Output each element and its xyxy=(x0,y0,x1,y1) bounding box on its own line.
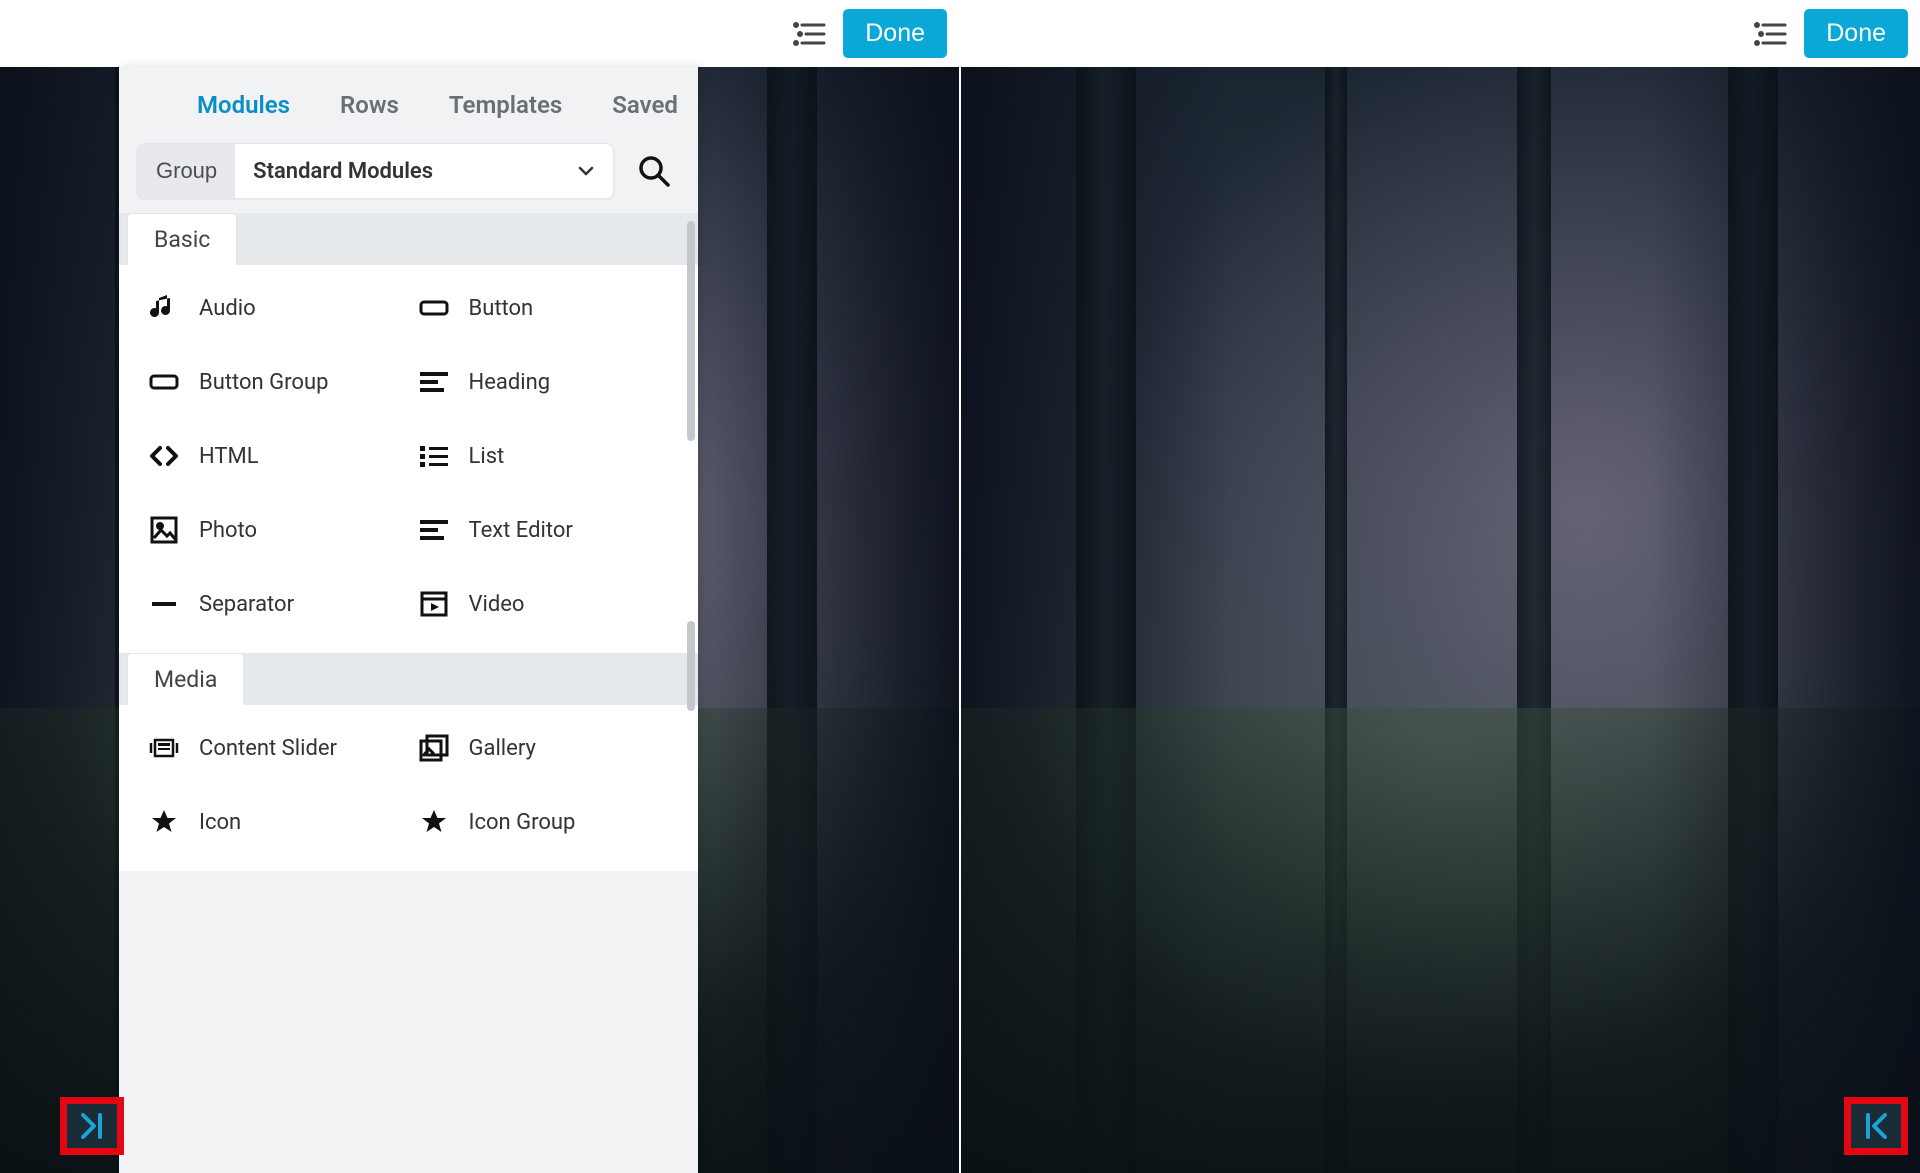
module-text-editor[interactable]: Text Editor xyxy=(419,515,669,545)
module-label: HTML xyxy=(199,444,259,469)
heading-icon xyxy=(419,367,449,397)
icon-group-icon xyxy=(419,807,449,837)
list-icon xyxy=(419,441,449,471)
outline-button[interactable] xyxy=(1748,12,1792,56)
module-label: Video xyxy=(469,592,525,617)
tab-saved[interactable]: Saved xyxy=(612,91,678,119)
module-label: Audio xyxy=(199,296,256,321)
content-slider-icon xyxy=(149,733,179,763)
chevron-last-left-icon xyxy=(1859,1109,1893,1143)
module-video[interactable]: Video xyxy=(419,589,669,619)
toolbar: Done xyxy=(961,0,1920,67)
section-header-media: Media xyxy=(119,653,698,705)
module-set-dropdown[interactable]: Standard Modules xyxy=(235,144,613,198)
section-title[interactable]: Media xyxy=(127,653,244,705)
toolbar: Done xyxy=(0,0,959,67)
module-audio[interactable]: Audio xyxy=(149,293,399,323)
module-separator[interactable]: Separator xyxy=(149,589,399,619)
photo-icon xyxy=(149,515,179,545)
chevron-last-right-icon xyxy=(75,1109,109,1143)
separator-icon xyxy=(149,589,179,619)
gallery-icon xyxy=(419,733,449,763)
module-label: Content Slider xyxy=(199,736,337,761)
module-grid-basic: Audio Button Button Group Heading HTML xyxy=(119,265,698,653)
module-gallery[interactable]: Gallery xyxy=(419,733,669,763)
builder-pane-right: Done xyxy=(961,0,1920,1173)
button-group-icon xyxy=(149,367,179,397)
module-grid-media: Content Slider Gallery Icon Icon Group xyxy=(119,705,698,871)
panel-collapse-toggle[interactable] xyxy=(1844,1097,1908,1155)
search-icon xyxy=(637,154,671,188)
module-icon[interactable]: Icon xyxy=(149,807,399,837)
module-label: Button Group xyxy=(199,370,328,395)
module-label: List xyxy=(469,444,505,469)
module-button[interactable]: Button xyxy=(419,293,669,323)
outline-button[interactable] xyxy=(787,12,831,56)
html-icon xyxy=(149,441,179,471)
scrollbar-thumb[interactable] xyxy=(687,621,695,711)
panel-tabs: Modules Rows Templates Saved xyxy=(119,67,698,133)
module-html[interactable]: HTML xyxy=(149,441,399,471)
section-header-basic: Basic xyxy=(119,213,698,265)
search-button[interactable] xyxy=(628,145,680,197)
module-content-slider[interactable]: Content Slider xyxy=(149,733,399,763)
builder-pane-left: Done Modules Rows Templates Saved Group … xyxy=(0,0,961,1173)
module-label: Icon xyxy=(199,810,241,835)
module-button-group[interactable]: Button Group xyxy=(149,367,399,397)
icon-icon xyxy=(149,807,179,837)
audio-icon xyxy=(149,293,179,323)
done-button[interactable]: Done xyxy=(1804,9,1908,58)
panel-expand-toggle[interactable] xyxy=(60,1097,124,1155)
tab-rows[interactable]: Rows xyxy=(340,91,399,119)
text-editor-icon xyxy=(419,515,449,545)
canvas-background xyxy=(961,67,1920,1173)
module-label: Photo xyxy=(199,518,257,543)
group-toggle-button[interactable]: Group xyxy=(138,144,235,198)
tab-modules[interactable]: Modules xyxy=(197,91,290,119)
filter-group: Group Standard Modules xyxy=(137,143,614,199)
dropdown-value: Standard Modules xyxy=(253,159,433,184)
module-photo[interactable]: Photo xyxy=(149,515,399,545)
chevron-down-icon xyxy=(577,162,595,180)
module-label: Text Editor xyxy=(469,518,573,543)
done-button[interactable]: Done xyxy=(843,9,947,58)
content-panel: Modules Rows Templates Saved Group Stand… xyxy=(119,67,698,1173)
module-heading[interactable]: Heading xyxy=(419,367,669,397)
tab-templates[interactable]: Templates xyxy=(449,91,562,119)
module-list[interactable]: List xyxy=(419,441,669,471)
module-label: Heading xyxy=(469,370,551,395)
button-icon xyxy=(419,293,449,323)
filter-row: Group Standard Modules xyxy=(119,133,698,213)
video-icon xyxy=(419,589,449,619)
module-label: Gallery xyxy=(469,736,536,761)
scrollbar-thumb[interactable] xyxy=(687,221,695,441)
module-label: Button xyxy=(469,296,534,321)
section-title[interactable]: Basic xyxy=(127,213,237,265)
module-icon-group[interactable]: Icon Group xyxy=(419,807,669,837)
panel-scroll-area[interactable]: Basic Audio Button Button Group Heading xyxy=(119,213,698,1173)
module-label: Separator xyxy=(199,592,294,617)
module-label: Icon Group xyxy=(469,810,576,835)
